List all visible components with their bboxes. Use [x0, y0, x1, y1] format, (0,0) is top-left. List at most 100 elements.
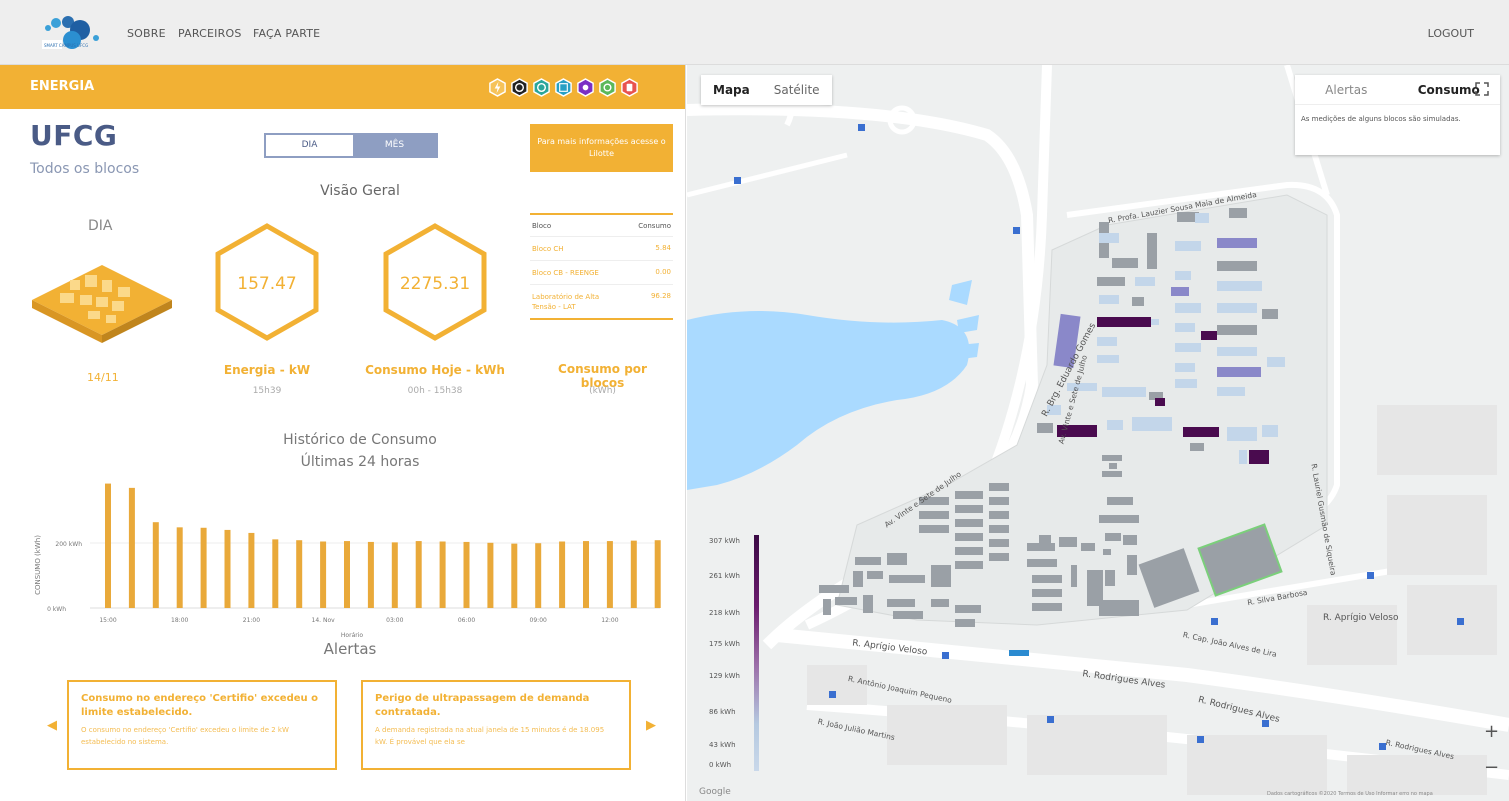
recycle-icon[interactable] — [532, 78, 551, 97]
chart-bar[interactable] — [535, 543, 542, 608]
chart-bar[interactable] — [367, 541, 374, 608]
chart-bar[interactable] — [344, 541, 350, 608]
chart-bar[interactable] — [296, 540, 303, 608]
table-row[interactable]: Bloco CH 5.84 — [530, 237, 673, 261]
smart-campus-logo[interactable]: SMART CAMPUS UFCG — [38, 16, 106, 54]
more-info-button[interactable]: Para mais informações acesse o Lilotte — [530, 124, 673, 172]
energy-value: 157.47 — [237, 274, 297, 294]
legend-color-scale — [754, 535, 759, 771]
nav-faca-parte[interactable]: FAÇA PARTE — [253, 27, 320, 40]
chart-bar[interactable] — [200, 527, 207, 608]
legend-label: 218 kWh — [709, 609, 740, 617]
alert-card[interactable]: Perigo de ultrapassagem de demanda contr… — [361, 680, 631, 770]
chart-bar[interactable] — [415, 541, 422, 608]
chart-bar[interactable] — [630, 540, 637, 608]
energy-header-bar: ENERGIA — [0, 65, 685, 109]
zoom-in-button[interactable]: + — [1484, 721, 1499, 742]
alerts-title: Alertas — [323, 640, 377, 658]
bus-stop-marker — [1009, 650, 1029, 656]
legend-label: 261 kWh — [709, 572, 740, 580]
tab-alertas[interactable]: Alertas — [1295, 75, 1398, 104]
chart-x-axis-label: Horário — [341, 632, 363, 639]
alert-card[interactable]: Consumo no endereço 'Certifio' excedeu o… — [67, 680, 337, 770]
x-tick-label: 14. Nov — [312, 617, 336, 624]
energy-label: Energia - kW — [223, 363, 311, 377]
chart-bar[interactable] — [583, 541, 589, 608]
alerts-prev-arrow[interactable]: ◀ — [47, 718, 57, 733]
map-type-control: Mapa Satélite — [701, 75, 832, 105]
legend-label: 43 kWh — [709, 741, 736, 749]
header-bloco: Bloco — [532, 222, 552, 230]
nav-sobre[interactable]: SOBRE — [127, 27, 166, 40]
table-header-row: Bloco Consumo — [530, 215, 673, 237]
layer-tabs: Alertas Consumo — [1295, 75, 1500, 105]
gas-icon[interactable] — [554, 78, 573, 97]
chart-bar[interactable] — [320, 541, 327, 609]
google-attribution: Google — [699, 787, 731, 797]
block-value: 5.84 — [655, 244, 671, 252]
chart-bar[interactable] — [248, 532, 255, 608]
period-label: DIA — [88, 218, 113, 234]
chart-bar[interactable] — [463, 541, 470, 608]
chart-y-axis-label: CONSUMO (kWh) — [34, 535, 42, 595]
table-row[interactable]: Bloco CB - REENGE 0.00 — [530, 261, 673, 285]
history-title: Histórico de Consumo Últimas 24 horas — [220, 429, 500, 473]
chart-bar[interactable] — [654, 540, 661, 608]
chart-bar[interactable] — [511, 543, 518, 608]
gear-icon[interactable] — [598, 78, 617, 97]
x-tick-label: 06:00 — [458, 617, 475, 624]
energy-title: ENERGIA — [30, 79, 95, 94]
layer-control: Alertas Consumo As medições de alguns bl… — [1295, 75, 1500, 155]
chart-bar[interactable] — [391, 542, 398, 608]
map-footer[interactable]: Dados cartográficos ©2020 Termos de Uso … — [1267, 791, 1433, 797]
x-tick-label: 12:00 — [601, 617, 618, 624]
block-consumption-table: Bloco Consumo Bloco CH 5.84 Bloco CB - R… — [530, 213, 673, 320]
logout-link[interactable]: LOGOUT — [1428, 27, 1474, 40]
chart-bar[interactable] — [105, 483, 111, 608]
satellite-view-button[interactable]: Satélite — [762, 75, 832, 105]
chart-bar[interactable] — [128, 487, 135, 608]
toggle-mes-button[interactable]: MÊS — [353, 135, 436, 156]
campus-map[interactable]: R. Brg. Eduardo Gomes Av. Vinte e Sete d… — [687, 65, 1509, 801]
dashboard-panel: ENERGIA UFCG Todos os blocos DIA MÊS Par… — [0, 65, 686, 801]
chart-bar[interactable] — [606, 541, 613, 608]
block-name: Bloco CB - REENGE — [532, 269, 599, 277]
fullscreen-icon[interactable] — [1475, 82, 1489, 96]
period-toggle: DIA MÊS — [264, 133, 438, 158]
alert-body: O consumo no endereço 'Certifio' excedeu… — [81, 726, 289, 746]
alert-icon[interactable] — [620, 78, 639, 97]
table-row[interactable]: Laboratório de Alta Tensão - LAT 96.28 — [530, 285, 673, 318]
legend-label: 307 kWh — [709, 537, 740, 545]
nav-parceiros[interactable]: PARCEIROS — [178, 27, 242, 40]
logo-text: SMART CAMPUS UFCG — [44, 43, 88, 48]
simulation-note: As medições de alguns blocos são simulad… — [1301, 115, 1461, 123]
date-label: 14/11 — [87, 371, 119, 384]
map-view-button[interactable]: Mapa — [701, 75, 762, 105]
campus-name: UFCG — [30, 119, 118, 152]
chart-bar[interactable] — [152, 522, 159, 608]
legend-label: 86 kWh — [709, 708, 736, 716]
street-label: R. Aprígio Veloso — [1323, 613, 1399, 623]
energy-icon[interactable] — [488, 78, 507, 97]
chart-bar[interactable] — [224, 529, 231, 608]
block-value: 0.00 — [655, 268, 671, 276]
alerts-next-arrow[interactable]: ▶ — [646, 718, 656, 733]
y-tick-0: 0 kWh — [47, 606, 66, 613]
toggle-dia-button[interactable]: DIA — [266, 135, 353, 156]
consumption-legend: 307 kWh 261 kWh 218 kWh 175 kWh 129 kWh … — [701, 535, 761, 800]
chart-bar[interactable] — [439, 541, 446, 609]
x-tick-label: 09:00 — [530, 617, 547, 624]
block-name: Bloco CH — [532, 245, 564, 253]
x-tick-label: 03:00 — [386, 617, 403, 624]
chart-bar[interactable] — [272, 539, 279, 608]
consumption-time: 00h - 15h38 — [407, 386, 463, 396]
chart-bar[interactable] — [176, 527, 183, 608]
air-icon[interactable] — [576, 78, 595, 97]
chart-bar[interactable] — [487, 542, 494, 608]
zoom-out-button[interactable]: − — [1484, 757, 1499, 778]
consumption-label: Consumo Hoje - kWh — [365, 363, 505, 377]
energy-time: 15h39 — [252, 386, 282, 396]
water-drop-icon[interactable] — [510, 78, 529, 97]
campus-isometric-icon — [32, 265, 172, 343]
chart-bar[interactable] — [559, 541, 566, 609]
